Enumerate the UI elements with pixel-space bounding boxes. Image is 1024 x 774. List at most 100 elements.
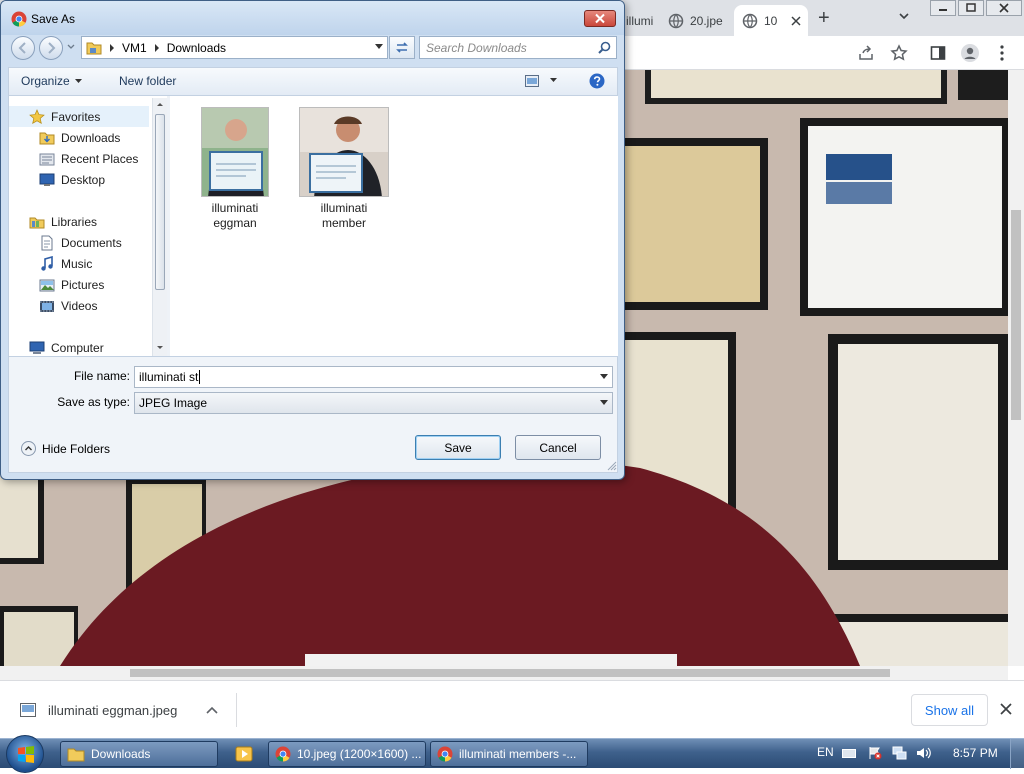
scroll-up-arrow-icon[interactable]: [154, 98, 166, 110]
menu-dots-icon[interactable]: [1000, 45, 1004, 61]
pictures-icon: [39, 277, 55, 293]
text-cursor: [199, 370, 201, 384]
chevron-down-icon[interactable]: [600, 374, 608, 380]
nav-label: Pictures: [61, 277, 105, 292]
taskbar-item-media[interactable]: [228, 741, 258, 767]
save-as-type-select[interactable]: JPEG Image: [134, 392, 613, 414]
page-horizontal-scrollbar[interactable]: [0, 666, 1008, 680]
breadcrumb-arrow-icon: [109, 43, 115, 52]
organize-menu[interactable]: Organize: [21, 74, 82, 88]
refresh-button[interactable]: [389, 36, 415, 59]
chevron-down-icon: [74, 78, 82, 83]
downloads-folder-icon: [39, 130, 55, 146]
nav-music[interactable]: Music: [9, 253, 92, 274]
globe-icon: [742, 13, 758, 29]
close-window-button[interactable]: [986, 0, 1022, 16]
show-desktop-button[interactable]: [1010, 739, 1024, 769]
taskbar-item-downloads[interactable]: Downloads: [60, 741, 218, 767]
help-icon[interactable]: [589, 73, 605, 89]
nav-computer[interactable]: Computer: [9, 337, 104, 358]
taskbar-label: Downloads: [91, 747, 151, 761]
download-bar: illuminati eggman.jpeg Show all: [0, 680, 1024, 738]
chevron-down-icon[interactable]: [375, 44, 383, 50]
scroll-thumb[interactable]: [155, 114, 165, 290]
cancel-button[interactable]: Cancel: [515, 435, 601, 460]
image-file-icon: [20, 703, 36, 717]
taskbar-item-chrome-search[interactable]: illuminati members -...: [430, 741, 588, 767]
search-box[interactable]: Search Downloads: [419, 36, 617, 59]
share-icon[interactable]: [858, 45, 874, 61]
browser-tab[interactable]: 20.jpe: [668, 5, 734, 36]
resize-grip-icon[interactable]: [607, 461, 617, 471]
hide-folders-button[interactable]: Hide Folders: [21, 441, 110, 456]
sidebar-icon[interactable]: [930, 45, 946, 61]
breadcrumb[interactable]: VM1 Downloads: [81, 36, 388, 59]
nav-label: Desktop: [61, 172, 106, 187]
file-item[interactable]: illuminati member: [296, 107, 392, 231]
chevron-down-icon[interactable]: [898, 10, 910, 22]
page-vertical-scrollbar[interactable]: [1008, 70, 1024, 666]
chrome-icon: [11, 11, 27, 27]
view-options-icon[interactable]: [525, 75, 539, 87]
save-button[interactable]: Save: [415, 435, 501, 460]
star-icon: [29, 108, 45, 125]
nav-videos[interactable]: Videos: [9, 295, 97, 316]
file-item[interactable]: illuminati eggman: [187, 107, 283, 231]
image-thumbnail: [299, 107, 389, 197]
file-name-label: File name:: [73, 369, 130, 383]
navigation-pane: Favorites Downloads Recent Places Deskto…: [9, 96, 157, 356]
profile-avatar-icon[interactable]: [960, 43, 980, 63]
nav-favorites[interactable]: Favorites: [9, 106, 149, 127]
recent-pages-chevron-icon[interactable]: [67, 43, 75, 51]
nav-documents[interactable]: Documents: [9, 232, 122, 253]
nav-libraries[interactable]: Libraries: [9, 211, 97, 232]
chevron-up-icon[interactable]: [206, 705, 218, 715]
chevron-down-icon[interactable]: [550, 78, 557, 83]
nav-desktop[interactable]: Desktop: [9, 169, 105, 190]
language-indicator[interactable]: EN: [817, 745, 834, 759]
maximize-button[interactable]: [958, 0, 984, 16]
new-folder-button[interactable]: New folder: [119, 74, 176, 88]
nav-pictures[interactable]: Pictures: [9, 274, 104, 295]
dialog-close-button[interactable]: [584, 10, 616, 27]
divider: [236, 693, 237, 727]
browser-tab-partial[interactable]: illumi: [626, 5, 666, 36]
nav-label: Music: [61, 256, 93, 271]
close-icon[interactable]: [1000, 703, 1012, 715]
computer-icon: [29, 340, 45, 356]
videos-icon: [39, 298, 55, 314]
breadcrumb-item-vm1[interactable]: VM1: [122, 41, 147, 55]
nav-label: Documents: [61, 235, 122, 250]
recent-places-icon: [39, 151, 55, 167]
browser-tab-active[interactable]: 10: [734, 5, 808, 36]
breadcrumb-item-downloads[interactable]: Downloads: [167, 41, 226, 55]
nav-label: Recent Places: [61, 151, 139, 166]
action-center-flag-icon[interactable]: [868, 746, 882, 760]
breadcrumb-arrow-icon: [154, 43, 160, 52]
taskbar-item-chrome-image[interactable]: 10.jpeg (1200×1600) ...: [268, 741, 426, 767]
close-icon[interactable]: [791, 15, 801, 26]
forward-button[interactable]: [39, 36, 63, 60]
save-as-type-value: JPEG Image: [139, 396, 208, 410]
file-name-input[interactable]: illuminati st: [134, 366, 613, 388]
image-thumbnail: [201, 107, 269, 197]
tab-label: 20.jpe: [690, 13, 723, 28]
minimize-button[interactable]: [930, 0, 956, 16]
volume-icon[interactable]: [916, 746, 932, 760]
start-button[interactable]: [6, 735, 44, 773]
keyboard-icon[interactable]: [842, 747, 856, 759]
network-icon[interactable]: [892, 746, 908, 760]
nav-recent-places[interactable]: Recent Places: [9, 148, 138, 169]
download-filename[interactable]: illuminati eggman.jpeg: [48, 703, 177, 718]
bookmark-star-icon[interactable]: [890, 44, 908, 62]
clock-time[interactable]: 8:57 PM: [953, 746, 998, 760]
navigation-scrollbar[interactable]: [152, 98, 167, 356]
chevron-down-icon[interactable]: [600, 400, 608, 406]
back-button[interactable]: [11, 36, 35, 60]
nav-downloads[interactable]: Downloads: [9, 127, 120, 148]
scroll-down-arrow-icon[interactable]: [154, 342, 166, 354]
search-icon: [598, 41, 611, 54]
show-all-button[interactable]: Show all: [911, 694, 988, 726]
new-tab-button[interactable]: +: [818, 7, 830, 30]
nav-label: Computer: [51, 340, 104, 355]
